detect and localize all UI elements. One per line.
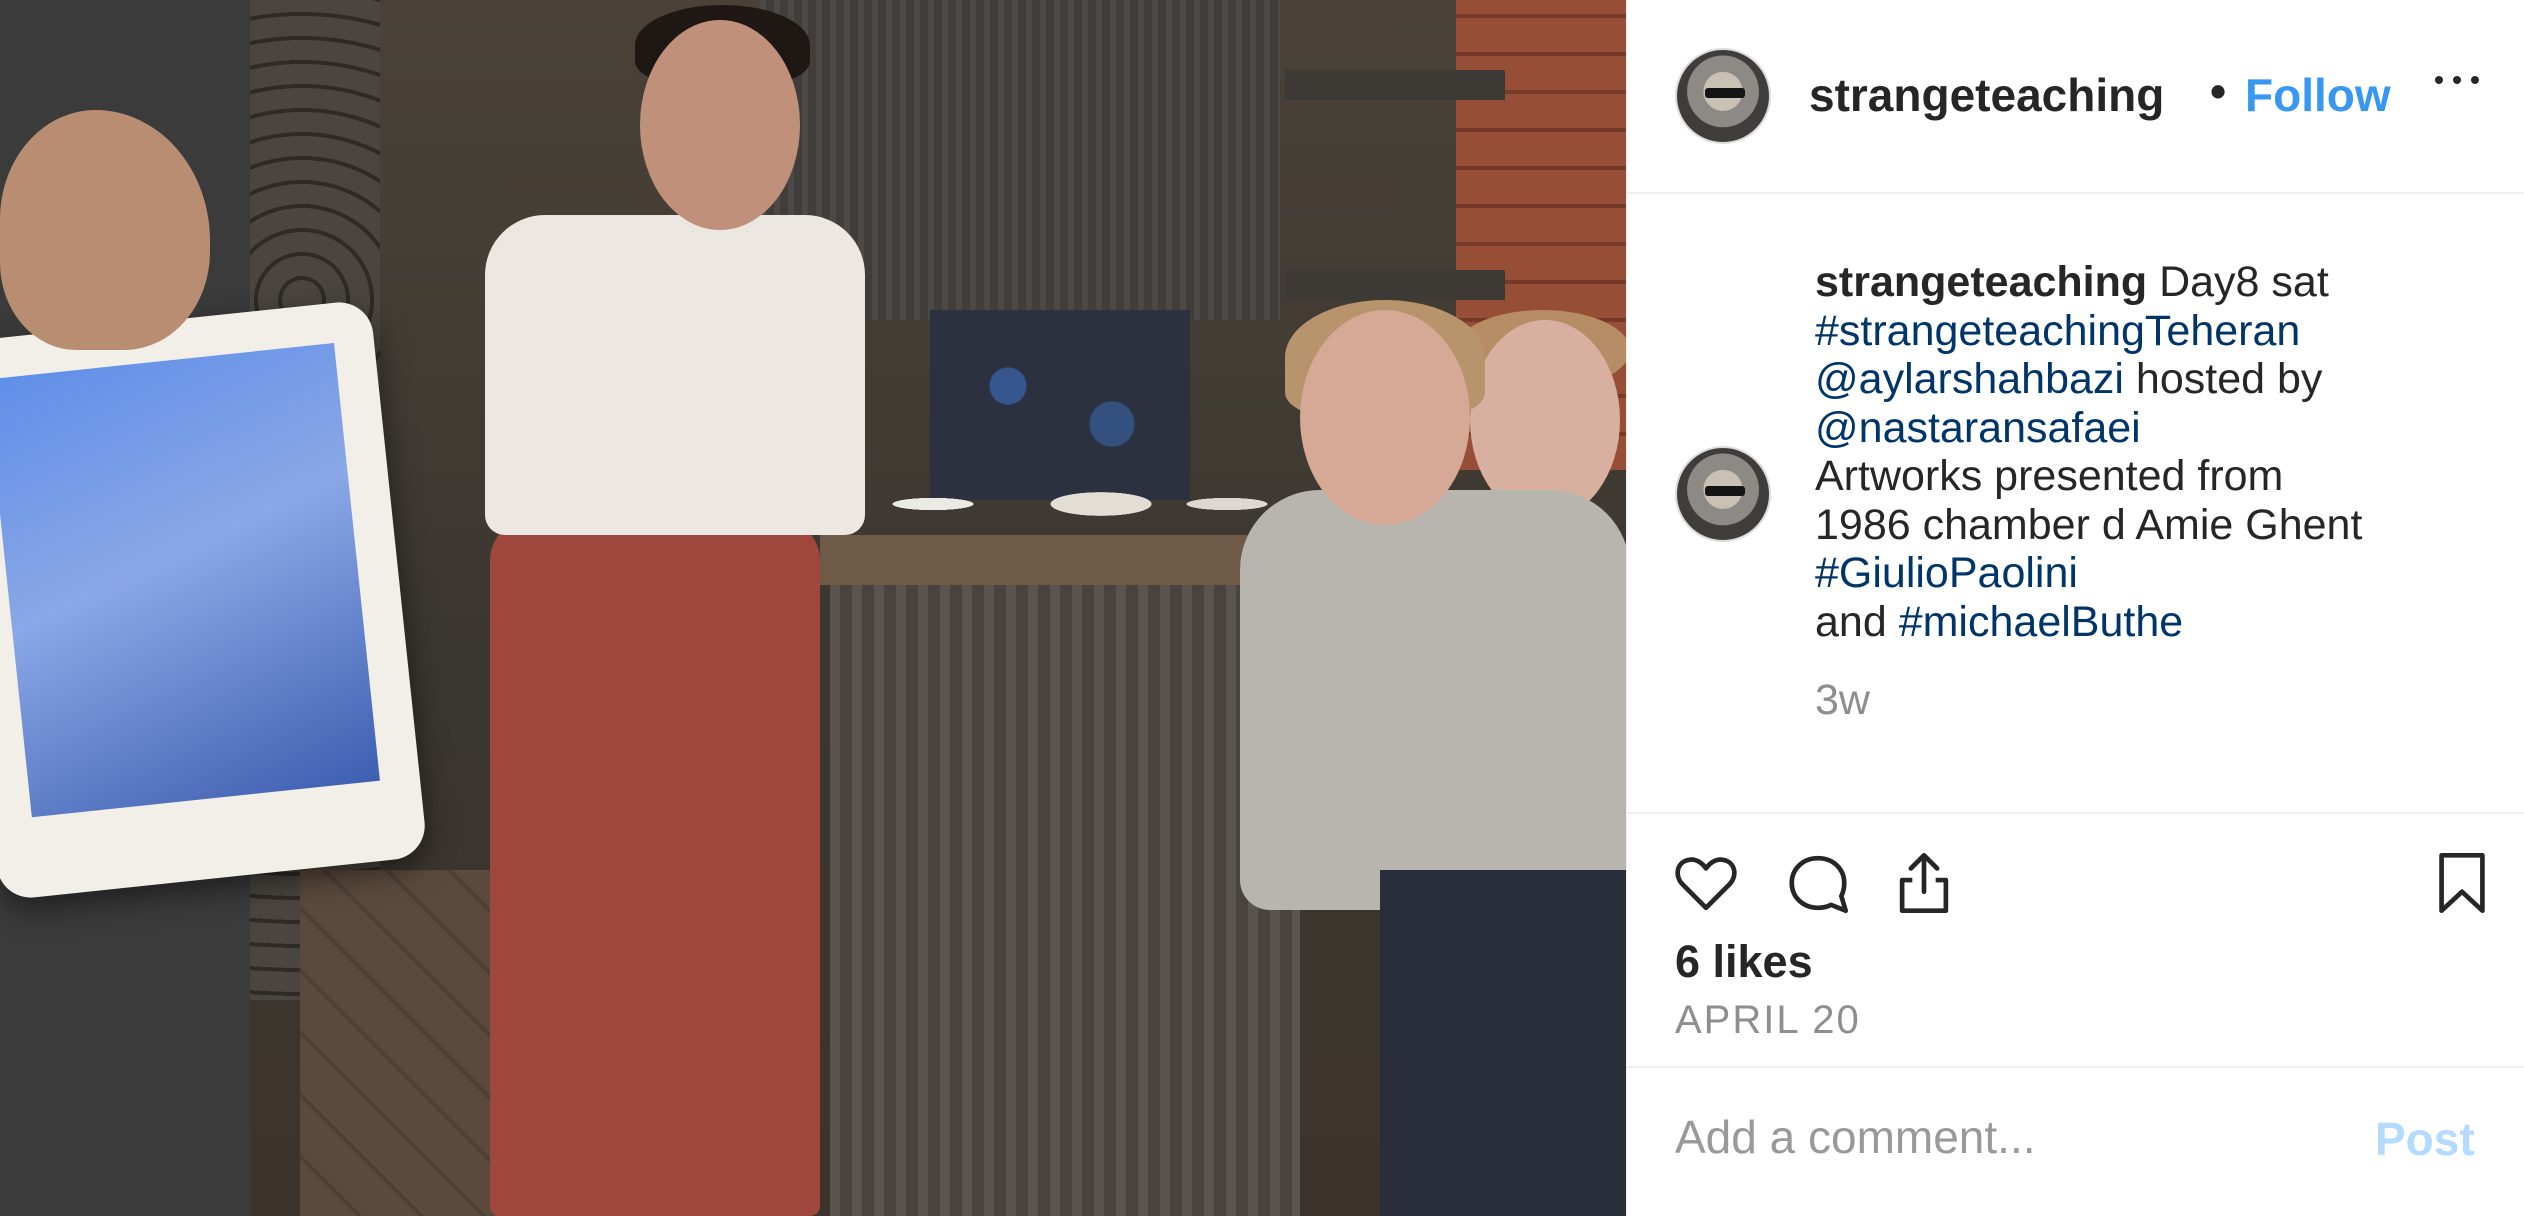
caption-hashtag[interactable]: #michaelButhe — [1899, 598, 2183, 646]
caption-mention[interactable]: @aylarshahbazi — [1815, 355, 2124, 403]
post-header: strangeteaching • Follow — [1627, 0, 2524, 194]
comment-bubble-icon[interactable] — [1783, 848, 1853, 918]
caption-text: Artworks presented from — [1815, 452, 2284, 500]
caption-text: 1986 chamber d Amie Ghent — [1815, 500, 2363, 549]
divider — [1627, 812, 2524, 814]
heart-icon[interactable] — [1671, 848, 1741, 918]
post-date: APRIL 20 — [1675, 998, 1861, 1042]
post-photo[interactable] — [0, 0, 1626, 1216]
author-avatar[interactable] — [1675, 48, 1771, 144]
post-side-panel: strangeteaching • Follow strangeteaching… — [1626, 0, 2524, 1216]
caption-text: hosted by — [2123, 355, 2323, 403]
photo-tablet — [0, 299, 429, 901]
caption-username[interactable]: strangeteaching — [1815, 258, 2147, 306]
caption-text: and — [1815, 597, 1899, 646]
author-username[interactable]: strangeteaching — [1809, 68, 2199, 122]
caption-mention[interactable]: @nastaransafaei — [1815, 404, 2141, 452]
photo-tablet-screen — [0, 343, 380, 818]
photo-shelf — [1285, 270, 1505, 300]
follow-button[interactable]: Follow — [2245, 68, 2391, 122]
divider — [1627, 1066, 2524, 1068]
photo-person-head — [1300, 310, 1470, 525]
post-comment-button[interactable]: Post — [2375, 1112, 2475, 1166]
caption-timestamp[interactable]: 3w — [1815, 676, 1870, 725]
photo-shelf — [1285, 70, 1505, 100]
photo-countertop — [820, 535, 1300, 585]
photo-cups — [870, 450, 1290, 540]
photo-person-sweater — [1240, 490, 1626, 910]
comment-input[interactable] — [1675, 1110, 2325, 1164]
caption-author-avatar[interactable] — [1675, 446, 1771, 542]
photo-person-legs — [1380, 870, 1626, 1216]
post-caption: strangeteaching Day8 sat #strangeteachin… — [1815, 258, 2505, 646]
photo-person-skirt — [490, 520, 820, 1216]
caption-hashtag[interactable]: #GiulioPaolini — [1815, 549, 2078, 597]
separator-dot: • — [2210, 65, 2227, 117]
more-options-icon[interactable] — [2433, 58, 2485, 98]
photo-person-blouse — [485, 215, 865, 535]
photo-person-head — [640, 20, 800, 230]
photo-counter — [830, 540, 1300, 1216]
bookmark-icon[interactable] — [2427, 848, 2497, 918]
likes-count[interactable]: 6 likes — [1675, 936, 1813, 988]
caption-text: Day8 sat — [2147, 258, 2329, 306]
share-upload-icon[interactable] — [1889, 848, 1959, 918]
caption-hashtag[interactable]: #strangeteachingTeheran — [1815, 307, 2300, 355]
